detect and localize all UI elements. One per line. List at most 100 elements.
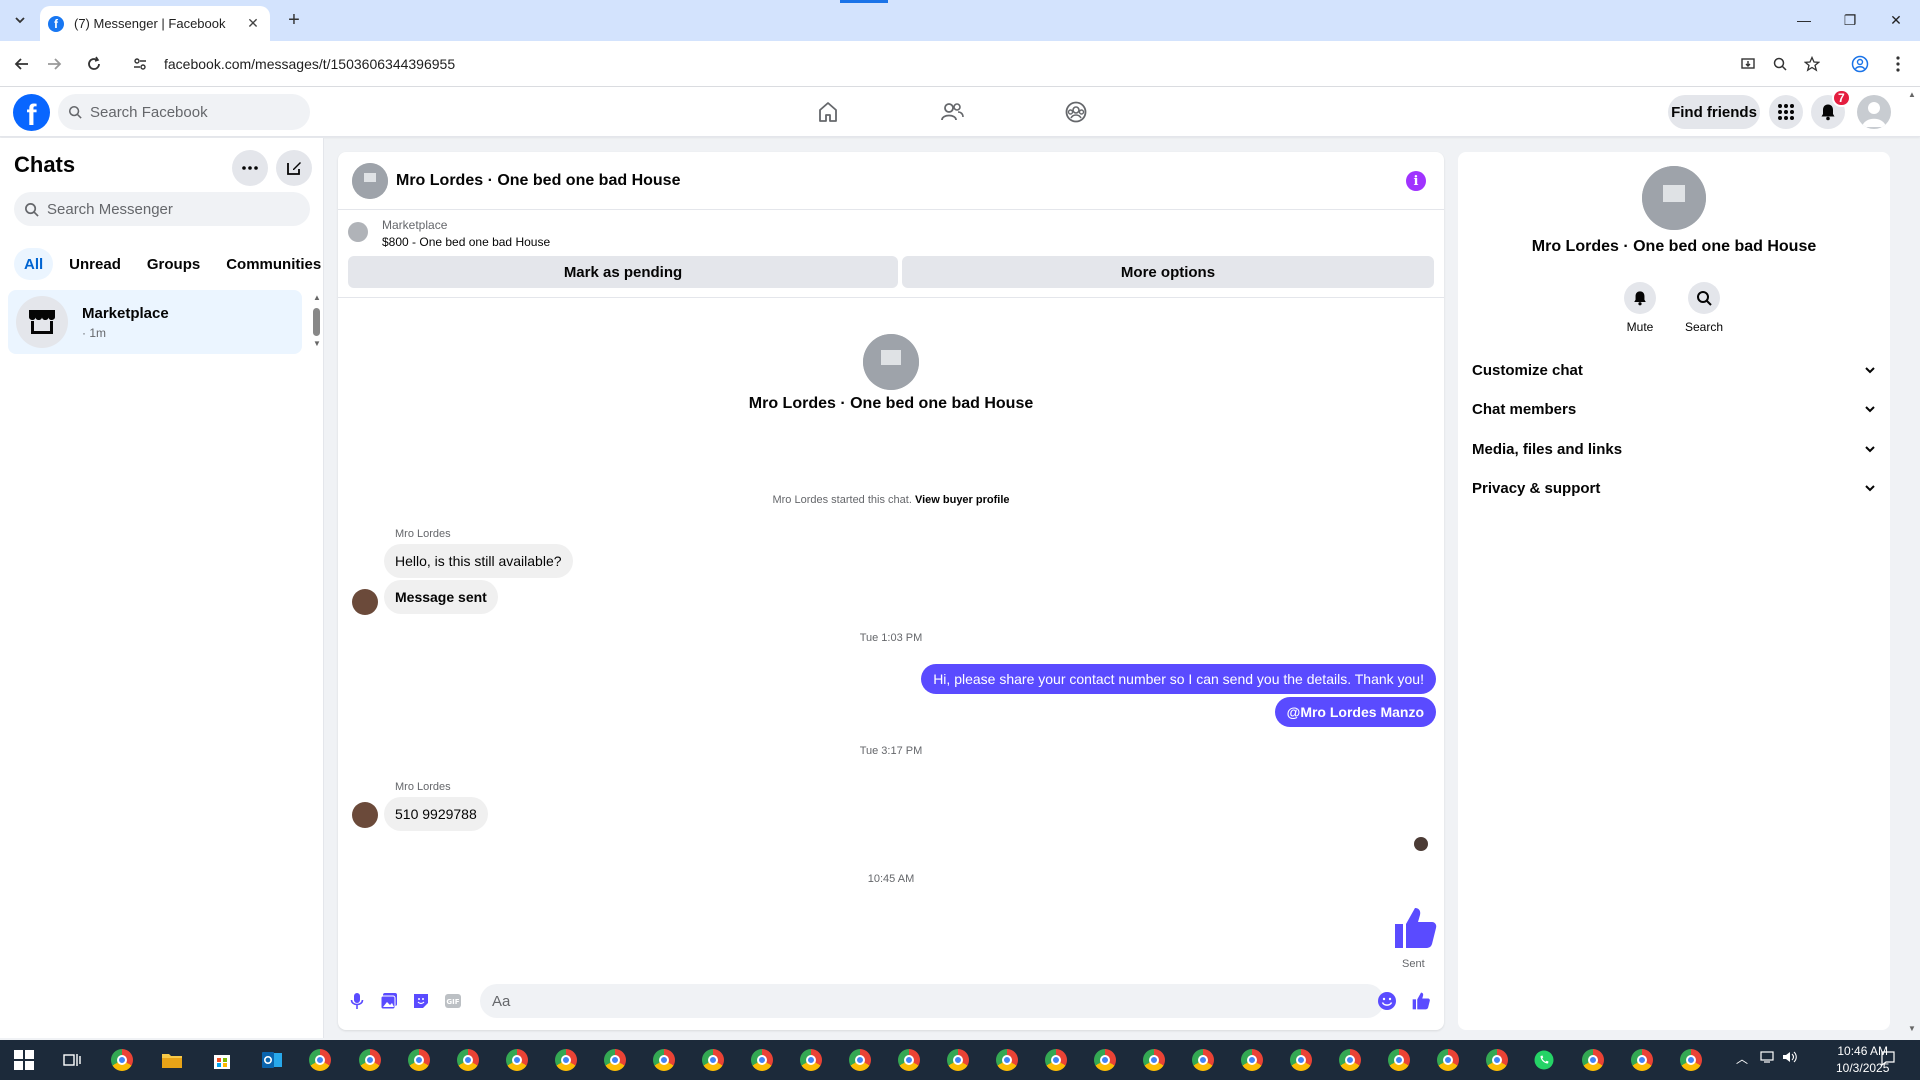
- new-message-icon[interactable]: [276, 150, 312, 186]
- mark-as-pending-button[interactable]: Mark as pending: [348, 256, 898, 288]
- friends-icon[interactable]: [932, 94, 972, 130]
- chrome-icon[interactable]: [1189, 1046, 1217, 1074]
- network-icon[interactable]: [1760, 1050, 1776, 1067]
- new-tab-icon[interactable]: +: [282, 8, 306, 32]
- home-icon[interactable]: [808, 94, 848, 130]
- volume-icon[interactable]: [1782, 1050, 1798, 1067]
- incoming-message-bubble[interactable]: Hello, is this still available?: [384, 544, 573, 578]
- chrome-icon[interactable]: [650, 1046, 678, 1074]
- listing-thumbnail[interactable]: [348, 222, 368, 242]
- more-options-button[interactable]: More options: [902, 256, 1434, 288]
- photo-attach-icon[interactable]: [378, 990, 400, 1012]
- facebook-logo-icon[interactable]: f: [13, 94, 50, 131]
- view-buyer-profile-link[interactable]: View buyer profile: [915, 494, 1010, 506]
- account-avatar[interactable]: [1857, 95, 1891, 129]
- conversation-info-icon[interactable]: i: [1406, 171, 1426, 191]
- page-scroll-down-icon[interactable]: ▼: [1908, 1024, 1918, 1034]
- chrome-icon[interactable]: [1628, 1046, 1656, 1074]
- chrome-icon[interactable]: [1287, 1046, 1315, 1074]
- sender-avatar[interactable]: [352, 589, 378, 615]
- gif-icon[interactable]: GIF: [442, 990, 464, 1012]
- conversation-title[interactable]: Mro Lordes · One bed one bad House: [396, 172, 680, 190]
- filter-tab-groups[interactable]: Groups: [137, 248, 210, 280]
- notification-center-icon[interactable]: [1880, 1050, 1896, 1069]
- address-bar[interactable]: facebook.com/messages/t/1503606344396955: [122, 47, 1780, 81]
- scroll-down-arrow-icon[interactable]: ▼: [312, 338, 322, 348]
- search-in-conversation-button[interactable]: Search: [1674, 282, 1734, 334]
- site-info-icon[interactable]: [126, 50, 154, 78]
- outgoing-message-bubble[interactable]: @Mro Lordes Manzo: [1274, 697, 1436, 727]
- close-window-icon[interactable]: ✕: [1876, 8, 1916, 32]
- chrome-icon[interactable]: [1140, 1046, 1168, 1074]
- page-scroll-up-icon[interactable]: ▲: [1908, 90, 1918, 100]
- sender-avatar[interactable]: [352, 802, 378, 828]
- facebook-search-input[interactable]: Search Facebook: [58, 94, 310, 130]
- incoming-message-bubble[interactable]: Message sent: [384, 580, 498, 614]
- chrome-icon[interactable]: [601, 1046, 629, 1074]
- mute-button[interactable]: Mute: [1610, 282, 1670, 334]
- chat-members-section[interactable]: Chat members: [1472, 391, 1876, 427]
- sticker-icon[interactable]: [410, 990, 432, 1012]
- sent-like-thumbs-up-icon[interactable]: [1391, 904, 1439, 952]
- chrome-icon[interactable]: [846, 1046, 874, 1074]
- back-icon[interactable]: [8, 50, 36, 78]
- chrome-icon[interactable]: [1579, 1046, 1607, 1074]
- chrome-icon[interactable]: [748, 1046, 776, 1074]
- chrome-icon[interactable]: [699, 1046, 727, 1074]
- chrome-icon[interactable]: [1434, 1046, 1462, 1074]
- chrome-icon[interactable]: [1677, 1046, 1705, 1074]
- filter-tab-communities[interactable]: Communities: [216, 248, 331, 280]
- microsoft-store-icon[interactable]: [208, 1046, 236, 1074]
- chrome-icon[interactable]: [1091, 1046, 1119, 1074]
- microphone-icon[interactable]: [346, 990, 368, 1012]
- chrome-icon[interactable]: [1238, 1046, 1266, 1074]
- bookmark-star-icon[interactable]: [1798, 50, 1826, 78]
- chrome-icon[interactable]: [306, 1046, 334, 1074]
- task-view-icon[interactable]: [58, 1046, 86, 1074]
- whatsapp-icon[interactable]: [1530, 1046, 1558, 1074]
- messenger-search-input[interactable]: Search Messenger: [14, 192, 310, 226]
- reload-icon[interactable]: [80, 50, 108, 78]
- chat-list-scrollbar[interactable]: [313, 308, 320, 336]
- menu-grid-icon[interactable]: [1769, 95, 1803, 129]
- filter-tab-all[interactable]: All: [14, 248, 54, 280]
- chrome-icon[interactable]: [503, 1046, 531, 1074]
- chrome-icon[interactable]: [993, 1046, 1021, 1074]
- message-input[interactable]: Aa: [480, 984, 1384, 1018]
- scroll-up-arrow-icon[interactable]: ▲: [312, 292, 322, 302]
- chrome-icon[interactable]: [405, 1046, 433, 1074]
- chrome-icon[interactable]: [895, 1046, 923, 1074]
- browser-menu-icon[interactable]: [1884, 50, 1912, 78]
- find-friends-button[interactable]: Find friends: [1668, 95, 1760, 129]
- install-app-icon[interactable]: [1734, 50, 1762, 78]
- send-like-thumbs-up-icon[interactable]: [1410, 990, 1432, 1012]
- restore-icon[interactable]: ❐: [1830, 8, 1870, 32]
- profile-icon[interactable]: [1846, 50, 1874, 78]
- chrome-icon[interactable]: [552, 1046, 580, 1074]
- privacy-support-section[interactable]: Privacy & support: [1472, 470, 1876, 506]
- customize-chat-section[interactable]: Customize chat: [1472, 352, 1876, 388]
- close-tab-icon[interactable]: ✕: [244, 15, 262, 33]
- filter-tab-unread[interactable]: Unread: [59, 248, 131, 280]
- conversation-avatar[interactable]: [352, 163, 388, 199]
- media-files-links-section[interactable]: Media, files and links: [1472, 431, 1876, 467]
- chrome-icon[interactable]: [1483, 1046, 1511, 1074]
- tab-search-chevron-icon[interactable]: [8, 8, 32, 32]
- zoom-icon[interactable]: [1766, 50, 1794, 78]
- chrome-icon[interactable]: [108, 1046, 136, 1074]
- groups-icon[interactable]: [1056, 94, 1096, 130]
- minimize-icon[interactable]: —: [1784, 8, 1824, 32]
- chrome-icon[interactable]: [1385, 1046, 1413, 1074]
- outlook-icon[interactable]: [258, 1046, 286, 1074]
- emoji-icon[interactable]: [1376, 990, 1398, 1012]
- chrome-icon[interactable]: [454, 1046, 482, 1074]
- incoming-message-bubble[interactable]: 510 9929788: [384, 797, 488, 831]
- windows-start-icon[interactable]: [14, 1050, 34, 1070]
- outgoing-message-bubble[interactable]: Hi, please share your contact number so …: [921, 664, 1436, 694]
- more-options-icon[interactable]: [232, 150, 268, 186]
- chrome-icon[interactable]: [1042, 1046, 1070, 1074]
- chrome-icon[interactable]: [944, 1046, 972, 1074]
- file-explorer-icon[interactable]: [158, 1046, 186, 1074]
- chrome-icon[interactable]: [356, 1046, 384, 1074]
- chrome-icon[interactable]: [1336, 1046, 1364, 1074]
